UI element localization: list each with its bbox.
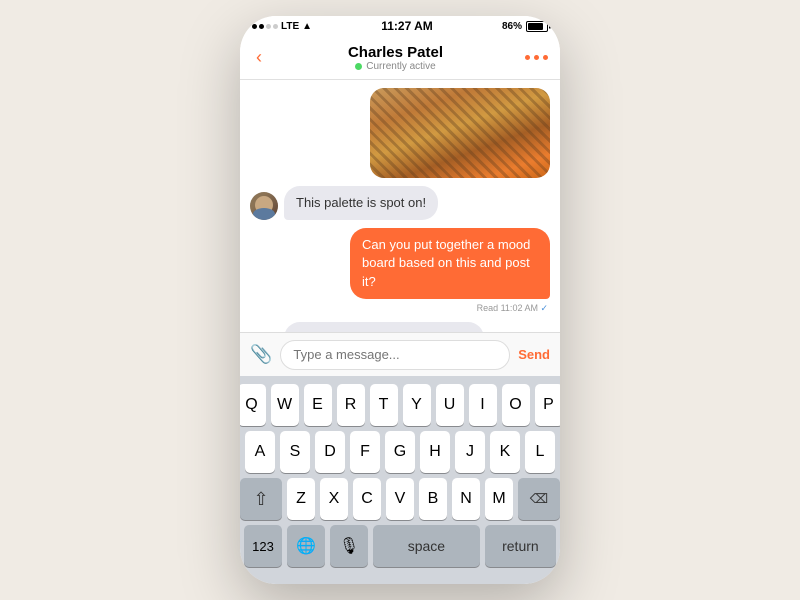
battery-percent: 86% xyxy=(502,21,522,32)
key-z[interactable]: Z xyxy=(287,478,315,520)
key-k[interactable]: K xyxy=(490,431,520,473)
message-input[interactable] xyxy=(280,340,510,370)
return-key[interactable]: return xyxy=(485,525,556,567)
contact-name: Charles Patel xyxy=(348,44,443,61)
keyboard-row-4: 123 🌐 🎙 space return xyxy=(244,525,556,567)
avatar-image-1 xyxy=(250,192,278,220)
mic-key[interactable]: 🎙 xyxy=(330,525,368,567)
checkmark-icon: ✓ xyxy=(540,303,548,313)
contact-status: Currently active xyxy=(355,61,435,72)
chat-header: ‹ Charles Patel Currently active xyxy=(240,36,560,80)
signal-dot-2 xyxy=(259,24,264,29)
key-e[interactable]: E xyxy=(304,384,332,426)
key-l[interactable]: L xyxy=(525,431,555,473)
send-button[interactable]: Send xyxy=(518,347,550,362)
key-f[interactable]: F xyxy=(350,431,380,473)
numbers-key[interactable]: 123 xyxy=(244,525,282,567)
input-bar: 📎 Send xyxy=(240,332,560,376)
sent-image-bubble[interactable] xyxy=(370,88,550,178)
key-y[interactable]: Y xyxy=(403,384,431,426)
header-center: Charles Patel Currently active xyxy=(348,44,443,72)
key-x[interactable]: X xyxy=(320,478,348,520)
backspace-key[interactable]: ⌫ xyxy=(518,478,560,520)
battery-icon xyxy=(526,21,548,32)
key-b[interactable]: B xyxy=(419,478,447,520)
keyboard-row-2: A S D F G H J K L xyxy=(244,431,556,473)
key-p[interactable]: P xyxy=(535,384,561,426)
active-dot xyxy=(355,63,362,70)
avatar-1 xyxy=(250,192,278,220)
time-label: 11:27 AM xyxy=(381,19,433,33)
more-options[interactable] xyxy=(525,55,548,60)
keyboard-bottom-bar xyxy=(240,578,560,584)
signal-dot-4 xyxy=(273,24,278,29)
signal-dots xyxy=(252,24,278,29)
back-button[interactable]: ‹ xyxy=(252,43,266,72)
received-message-row-2: Can you send over a higher quality versi… xyxy=(250,322,550,332)
carrier-label: LTE xyxy=(281,21,299,32)
received-text-1: This palette is spot on! xyxy=(296,195,426,210)
sent-message-row-1: Can you put together a mood board based … xyxy=(250,228,550,299)
signal-dot-3 xyxy=(266,24,271,29)
image-message-row xyxy=(250,88,550,178)
sent-text-1: Can you put together a mood board based … xyxy=(362,237,530,288)
received-bubble-1: This palette is spot on! xyxy=(284,186,438,220)
key-o[interactable]: O xyxy=(502,384,530,426)
key-h[interactable]: H xyxy=(420,431,450,473)
key-c[interactable]: C xyxy=(353,478,381,520)
signal-dot-1 xyxy=(252,24,257,29)
key-j[interactable]: J xyxy=(455,431,485,473)
key-q[interactable]: Q xyxy=(240,384,266,426)
status-right: 86% xyxy=(502,21,548,32)
key-i[interactable]: I xyxy=(469,384,497,426)
menu-dot-2 xyxy=(534,55,539,60)
key-d[interactable]: D xyxy=(315,431,345,473)
read-receipt: Read 11:02 AM ✓ xyxy=(477,303,548,314)
status-left: LTE ▲ xyxy=(252,21,312,32)
key-u[interactable]: U xyxy=(436,384,464,426)
avatar-body xyxy=(253,208,275,220)
key-a[interactable]: A xyxy=(245,431,275,473)
keyboard-row-3: ⇧ Z X C V B N M ⌫ xyxy=(244,478,556,520)
key-g[interactable]: G xyxy=(385,431,415,473)
received-bubble-2: Can you send over a higher quality versi… xyxy=(284,322,484,332)
keyboard-row-1: Q W E R T Y U I O P xyxy=(244,384,556,426)
phone-frame: LTE ▲ 11:27 AM 86% ‹ Charles Patel Curre… xyxy=(240,16,560,584)
menu-dot-3 xyxy=(543,55,548,60)
key-r[interactable]: R xyxy=(337,384,365,426)
attach-icon[interactable]: 📎 xyxy=(250,344,272,365)
key-w[interactable]: W xyxy=(271,384,299,426)
key-v[interactable]: V xyxy=(386,478,414,520)
shift-key[interactable]: ⇧ xyxy=(240,478,282,520)
key-t[interactable]: T xyxy=(370,384,398,426)
key-m[interactable]: M xyxy=(485,478,513,520)
sent-bubble-1: Can you put together a mood board based … xyxy=(350,228,550,299)
battery-fill xyxy=(528,23,543,30)
menu-dot-1 xyxy=(525,55,530,60)
status-label: Currently active xyxy=(366,61,435,72)
space-key[interactable]: space xyxy=(373,525,480,567)
image-preview xyxy=(370,88,550,178)
status-bar: LTE ▲ 11:27 AM 86% xyxy=(240,16,560,36)
key-s[interactable]: S xyxy=(280,431,310,473)
read-receipt-text: Read 11:02 AM ✓ xyxy=(477,303,548,313)
emoji-key[interactable]: 🌐 xyxy=(287,525,325,567)
keyboard: Q W E R T Y U I O P A S D F G H J K L ⇧ … xyxy=(240,376,560,578)
key-n[interactable]: N xyxy=(452,478,480,520)
received-message-row-1: This palette is spot on! xyxy=(250,186,550,220)
wifi-icon: ▲ xyxy=(302,21,312,32)
chat-area: This palette is spot on! Can you put tog… xyxy=(240,80,560,332)
